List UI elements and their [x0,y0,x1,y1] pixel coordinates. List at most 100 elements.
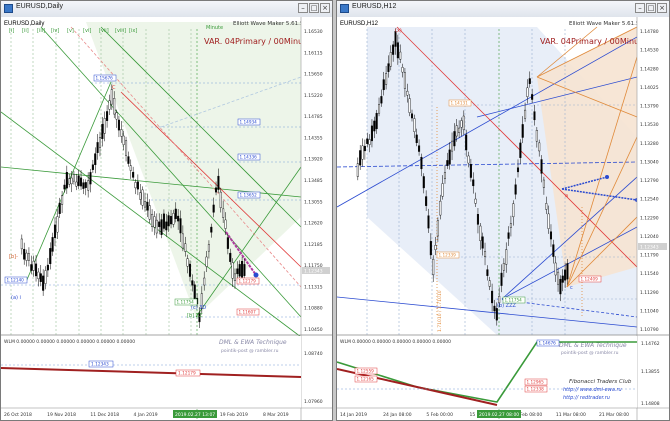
sub-scale-2: 1.07960 [304,399,323,405]
sub-box-label: 1.12338 [527,387,545,392]
price-tick-label: 1.12040 [640,234,659,240]
indicator-name: Elliott Wave Maker 5.61.5 [233,21,304,27]
footer-link-2[interactable]: http:// redtrader.ru [563,395,610,401]
chart-window-icon [4,4,13,13]
price-tick-label: 1.13280 [640,141,659,147]
wave-degree-label: [viii] [115,28,126,34]
price-tick-label: 1.13055 [304,199,323,205]
window-title: EURUSD,H12 [352,3,397,10]
close-button[interactable]: × [320,3,330,13]
sub-box-label: 1.12965 [527,380,545,385]
price-box-label: 1.15676 [96,76,114,81]
footer-club: Fibonacci Traders Club [569,379,632,385]
date-tick-label: 8 Mar 2019 [263,412,289,418]
vertical-price-text: 1.71010 / 1.71010 [437,290,443,332]
close-button[interactable]: × [657,3,667,13]
price-box-label: 1.14131 [451,101,469,106]
sub-scale-2: 1.13855 [641,369,660,375]
price-box-label: 1.11607 [239,310,257,315]
price-chart-h12[interactable]: EURUSD,H12 Elliott Wave Maker 5.61.5 VAR… [337,17,669,420]
sub-scale-1: 1.08740 [304,351,323,357]
wave-label-c-low: (c) 3D [191,305,206,311]
wave-label-top: (x) [395,28,402,34]
time-axis: 26 Oct 2018 19 Nov 2018 11 Dec 2018 4 Jan 2… [4,412,289,418]
date-tick-label: 24 Jan 08:00 [383,412,412,418]
minimize-button[interactable]: – [298,3,308,13]
current-price: 1.12343 [640,245,659,251]
wave-degree-label: [iv] [51,28,59,34]
wave-label-zz: (b) ZZZ [497,303,517,309]
price-chart-daily[interactable]: EURUSD,Daily Elliott Wave Maker 5.61.5 V… [1,17,332,420]
sub-box-label: 1.14676 [539,341,557,346]
price-box-label: 1.14336 [240,155,258,160]
price-tick-label: 1.14025 [640,85,659,91]
wave-degree-label: [ix] [129,28,137,34]
price-box-label: 1.12339 [439,253,457,258]
sub-box-label: 1.12559 [357,369,375,374]
price-box-label: 1.13652 [240,193,258,198]
window-titlebar[interactable]: EURUSD,Daily – □ × [1,1,332,18]
price-tick-label: 1.11790 [640,253,659,259]
maximize-button[interactable]: □ [646,3,656,13]
date-tick-label: 19 Nov 2018 [47,412,76,418]
wave-header: Minute [206,25,223,31]
indicator-name: Elliott Wave Maker 5.61.5 [569,21,640,27]
subwindow-title: WLM 0.00000 0.00000 0.00000 0.00000 0.00… [4,339,135,345]
date-tick-label: 4 Jan 2019 [134,412,158,418]
window-titlebar[interactable]: EURUSD,H12 – □ × [337,1,669,18]
current-price: 1.12343 [304,269,323,275]
wave-degree-label: [v] [67,28,74,34]
price-tick-label: 1.13790 [640,104,659,110]
price-tick-label: 1.14785 [304,114,323,120]
price-tick-label: 1.14530 [640,48,659,54]
price-tick-label: 1.16115 [304,50,323,56]
chart-window-eurusd-h12[interactable]: EURUSD,H12 – □ × EURUSD,H12 Elliott Wave… [336,0,670,421]
price-tick-label: 1.14780 [640,29,659,35]
wave-degree-label: [i] [9,28,14,34]
price-tick-label: 1.12620 [304,221,323,227]
price-tick-label: 1.12185 [304,242,323,248]
window-title: EURUSD,Daily [16,3,64,10]
date-tick-label: 11 Dec 2018 [90,412,119,418]
chart-window-icon [340,4,349,13]
price-tick-label: 1.14280 [640,66,659,72]
price-box-label: 1.12179 [239,279,257,284]
wave-label-c: c [570,285,573,291]
price-tick-label: 1.13485 [304,178,323,184]
price-tick-label: 1.15650 [304,72,323,78]
footer-link-1[interactable]: http:// www.dmi-ewa.ru [563,387,622,393]
wave-label-zz: [b] ZZ [187,313,203,319]
price-scale-labels: 1.16530 1.16115 1.15650 1.15220 1.14785 1.143… [304,29,323,333]
wave-degree-label: [vii] [99,28,109,34]
wave-label-b: [b]- [9,254,18,260]
price-box-label: 1.12140 [7,278,25,283]
price-tick-label: 1.12290 [640,215,659,221]
price-box-label: 1.14934 [240,120,258,125]
price-box-label: 1.11754 [177,300,195,305]
sub-scale-1: 1.14762 [641,341,660,347]
price-tick-label: 1.13920 [304,157,323,163]
price-tick-label: 1.11040 [640,308,659,314]
wave-degree-label: [ii] [22,28,29,34]
price-box-label: 1.11754 [505,298,523,303]
wave-label-c-high: C [112,85,116,91]
price-tick-label: 1.13040 [640,159,659,165]
crosshair-date: 2019.02.27 08:00 [479,412,519,418]
price-tick-label: 1.12790 [640,178,659,184]
watermark-technique: DML & EWA Technique [219,339,287,346]
sub-box-label: 1.12165 [357,377,375,382]
date-tick-label: 5 Feb 00:00 [426,412,453,418]
watermark-technique: DML & EWA Technique [559,342,627,349]
price-tick-label: 1.11315 [304,284,323,290]
date-tick-label: 14 Jan 2019 [340,412,367,418]
minimize-button[interactable]: – [635,3,645,13]
sub-box-1: 1.12343 [91,362,109,368]
price-tick-label: 1.14355 [304,135,323,141]
watermark-email: pointik-post @ rambler.ru [221,348,279,354]
maximize-button[interactable]: □ [309,3,319,13]
wave-degree-labels: [i] [ii] [iii] [iv] [v] [vi] [vii] [viii] [ix] [9,28,137,34]
chart-window-eurusd-daily[interactable]: EURUSD,Daily – □ × EURUSD,Daily Elliott … [0,0,333,421]
chart-symbol-label: EURUSD,H12 [340,21,379,27]
date-tick-label: 11 Mar 08:00 [556,412,586,418]
wave-degree-label: [iii] [37,28,45,34]
